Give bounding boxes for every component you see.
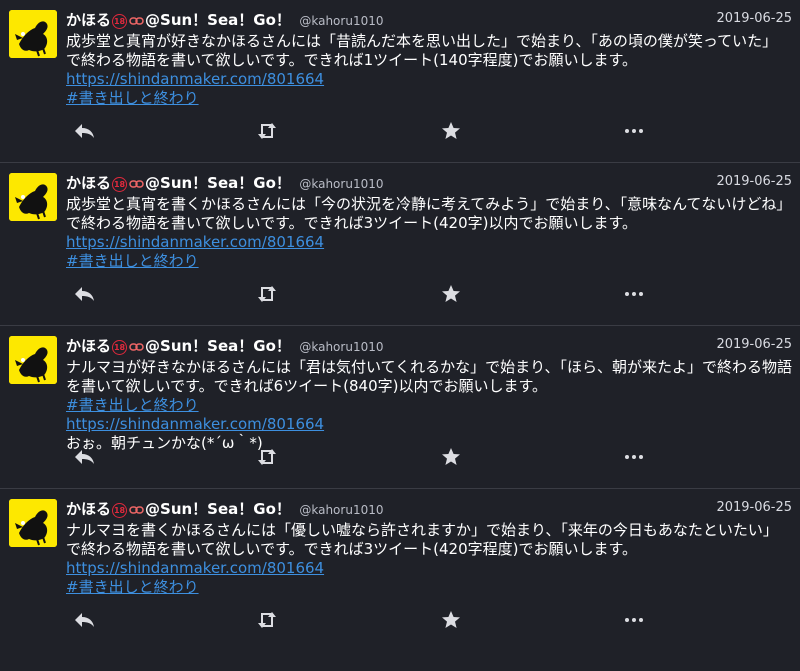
tweet-date[interactable]: 2019-06-25 <box>716 337 792 352</box>
reply-button[interactable] <box>69 444 99 470</box>
tweet-header: かほる 18 @Sun！Sea！Go！ @kahoru1010 2019-06-25 <box>66 172 792 194</box>
tweet-link-2[interactable]: https://shindanmaker.com/801664 <box>66 415 792 434</box>
user-handle[interactable]: @kahoru1010 <box>299 177 383 191</box>
display-name-text: かほる <box>66 500 112 518</box>
display-name[interactable]: かほる 18 @Sun！Sea！Go！ <box>66 174 291 192</box>
tweet-body: ナルマヨを書くかほるさんには「優しい嘘なら許されますか」で始まり、「来年の今日も… <box>66 521 792 597</box>
tweet-link-1[interactable]: https://shindanmaker.com/801664 <box>66 233 792 252</box>
tweet-link-2[interactable]: #書き出しと終わり <box>66 89 792 108</box>
tweet: かほる 18 @Sun！Sea！Go！ @kahoru1010 2019-06-25… <box>0 0 800 163</box>
reply-button[interactable] <box>69 118 99 144</box>
link-chain-icon <box>129 176 144 194</box>
tweet-actions <box>60 444 800 470</box>
favorite-star-icon <box>442 448 460 465</box>
favorite-button[interactable] <box>436 607 466 633</box>
tweet-header: かほる 18 @Sun！Sea！Go！ @kahoru1010 2019-06-25 <box>66 335 792 357</box>
age-badge-icon: 18 <box>112 177 128 192</box>
avatar-image <box>9 173 57 221</box>
display-name[interactable]: かほる 18 @Sun！Sea！Go！ <box>66 11 291 29</box>
tweet-actions <box>60 607 800 633</box>
favorite-star-icon <box>442 611 460 628</box>
tweet-text: ナルマヨを書くかほるさんには「優しい嘘なら許されますか」で始まり、「来年の今日も… <box>66 521 778 558</box>
retweet-icon <box>258 123 276 139</box>
avatar[interactable] <box>9 499 57 547</box>
tweet-link-1[interactable]: https://shindanmaker.com/801664 <box>66 70 792 89</box>
tweet-text: 成歩堂と真宵を書くかほるさんには「今の状況を冷静に考えてみよう」で始まり、「意味… <box>66 195 792 232</box>
reply-icon <box>75 124 94 138</box>
display-name[interactable]: かほる 18 @Sun！Sea！Go！ <box>66 337 291 355</box>
retweet-button[interactable] <box>252 118 282 144</box>
tweet: かほる 18 @Sun！Sea！Go！ @kahoru1010 2019-06-25… <box>0 489 800 652</box>
tweet: かほる 18 @Sun！Sea！Go！ @kahoru1010 2019-06-25… <box>0 326 800 489</box>
retweet-button[interactable] <box>252 607 282 633</box>
tweet-link-1[interactable]: #書き出しと終わり <box>66 396 792 415</box>
display-name-suffix: @Sun！Sea！Go！ <box>145 337 291 355</box>
tweet-actions <box>60 118 800 144</box>
timeline: かほる 18 @Sun！Sea！Go！ @kahoru1010 2019-06-25… <box>0 0 800 652</box>
tweet-date[interactable]: 2019-06-25 <box>716 500 792 515</box>
favorite-button[interactable] <box>436 444 466 470</box>
link-chain-icon <box>129 502 144 520</box>
favorite-button[interactable] <box>436 281 466 307</box>
display-name-suffix: @Sun！Sea！Go！ <box>145 174 291 192</box>
link-chain-icon <box>129 339 144 357</box>
more-button[interactable] <box>619 607 649 633</box>
tweet-actions <box>60 281 800 307</box>
retweet-button[interactable] <box>252 281 282 307</box>
user-handle[interactable]: @kahoru1010 <box>299 14 383 28</box>
reply-icon <box>75 613 94 627</box>
more-icon <box>625 455 643 459</box>
reply-icon <box>75 287 94 301</box>
avatar[interactable] <box>9 336 57 384</box>
reply-button[interactable] <box>69 607 99 633</box>
tweet-link-1[interactable]: https://shindanmaker.com/801664 <box>66 559 792 578</box>
favorite-star-icon <box>442 122 460 139</box>
age-badge-icon: 18 <box>112 503 128 518</box>
retweet-icon <box>258 449 276 465</box>
display-name-suffix: @Sun！Sea！Go！ <box>145 11 291 29</box>
tweet-body: ナルマヨが好きなかほるさんには「君は気付いてくれるかな」で始まり、「ほら、朝が来… <box>66 358 792 453</box>
tweet-text: ナルマヨが好きなかほるさんには「君は気付いてくれるかな」で始まり、「ほら、朝が来… <box>66 358 793 395</box>
tweet-body: 成歩堂と真宵が好きなかほるさんには「昔読んだ本を思い出した」で始まり、「あの頃の… <box>66 32 792 108</box>
link-chain-icon <box>129 13 144 31</box>
more-button[interactable] <box>619 444 649 470</box>
display-name-text: かほる <box>66 11 112 29</box>
age-badge-icon: 18 <box>112 340 128 355</box>
display-name-suffix: @Sun！Sea！Go！ <box>145 500 291 518</box>
tweet-text: 成歩堂と真宵が好きなかほるさんには「昔読んだ本を思い出した」で始まり、「あの頃の… <box>66 32 778 69</box>
tweet-date[interactable]: 2019-06-25 <box>716 11 792 26</box>
age-badge-icon: 18 <box>112 14 128 29</box>
avatar-image <box>9 336 57 384</box>
user-handle[interactable]: @kahoru1010 <box>299 503 383 517</box>
user-handle[interactable]: @kahoru1010 <box>299 340 383 354</box>
more-button[interactable] <box>619 281 649 307</box>
reply-button[interactable] <box>69 281 99 307</box>
reply-icon <box>75 450 94 464</box>
display-name[interactable]: かほる 18 @Sun！Sea！Go！ <box>66 500 291 518</box>
tweet-link-2[interactable]: #書き出しと終わり <box>66 252 792 271</box>
retweet-button[interactable] <box>252 444 282 470</box>
more-icon <box>625 292 643 296</box>
tweet-header: かほる 18 @Sun！Sea！Go！ @kahoru1010 2019-06-25 <box>66 498 792 520</box>
favorite-button[interactable] <box>436 118 466 144</box>
avatar[interactable] <box>9 10 57 58</box>
display-name-text: かほる <box>66 174 112 192</box>
more-icon <box>625 618 643 622</box>
tweet-header: かほる 18 @Sun！Sea！Go！ @kahoru1010 2019-06-25 <box>66 9 792 31</box>
avatar[interactable] <box>9 173 57 221</box>
tweet: かほる 18 @Sun！Sea！Go！ @kahoru1010 2019-06-25… <box>0 163 800 326</box>
more-icon <box>625 129 643 133</box>
avatar-image <box>9 499 57 547</box>
avatar-image <box>9 10 57 58</box>
retweet-icon <box>258 286 276 302</box>
tweet-date[interactable]: 2019-06-25 <box>716 174 792 189</box>
display-name-text: かほる <box>66 337 112 355</box>
tweet-body: 成歩堂と真宵を書くかほるさんには「今の状況を冷静に考えてみよう」で始まり、「意味… <box>66 195 792 271</box>
favorite-star-icon <box>442 285 460 302</box>
tweet-link-2[interactable]: #書き出しと終わり <box>66 578 792 597</box>
retweet-icon <box>258 612 276 628</box>
more-button[interactable] <box>619 118 649 144</box>
